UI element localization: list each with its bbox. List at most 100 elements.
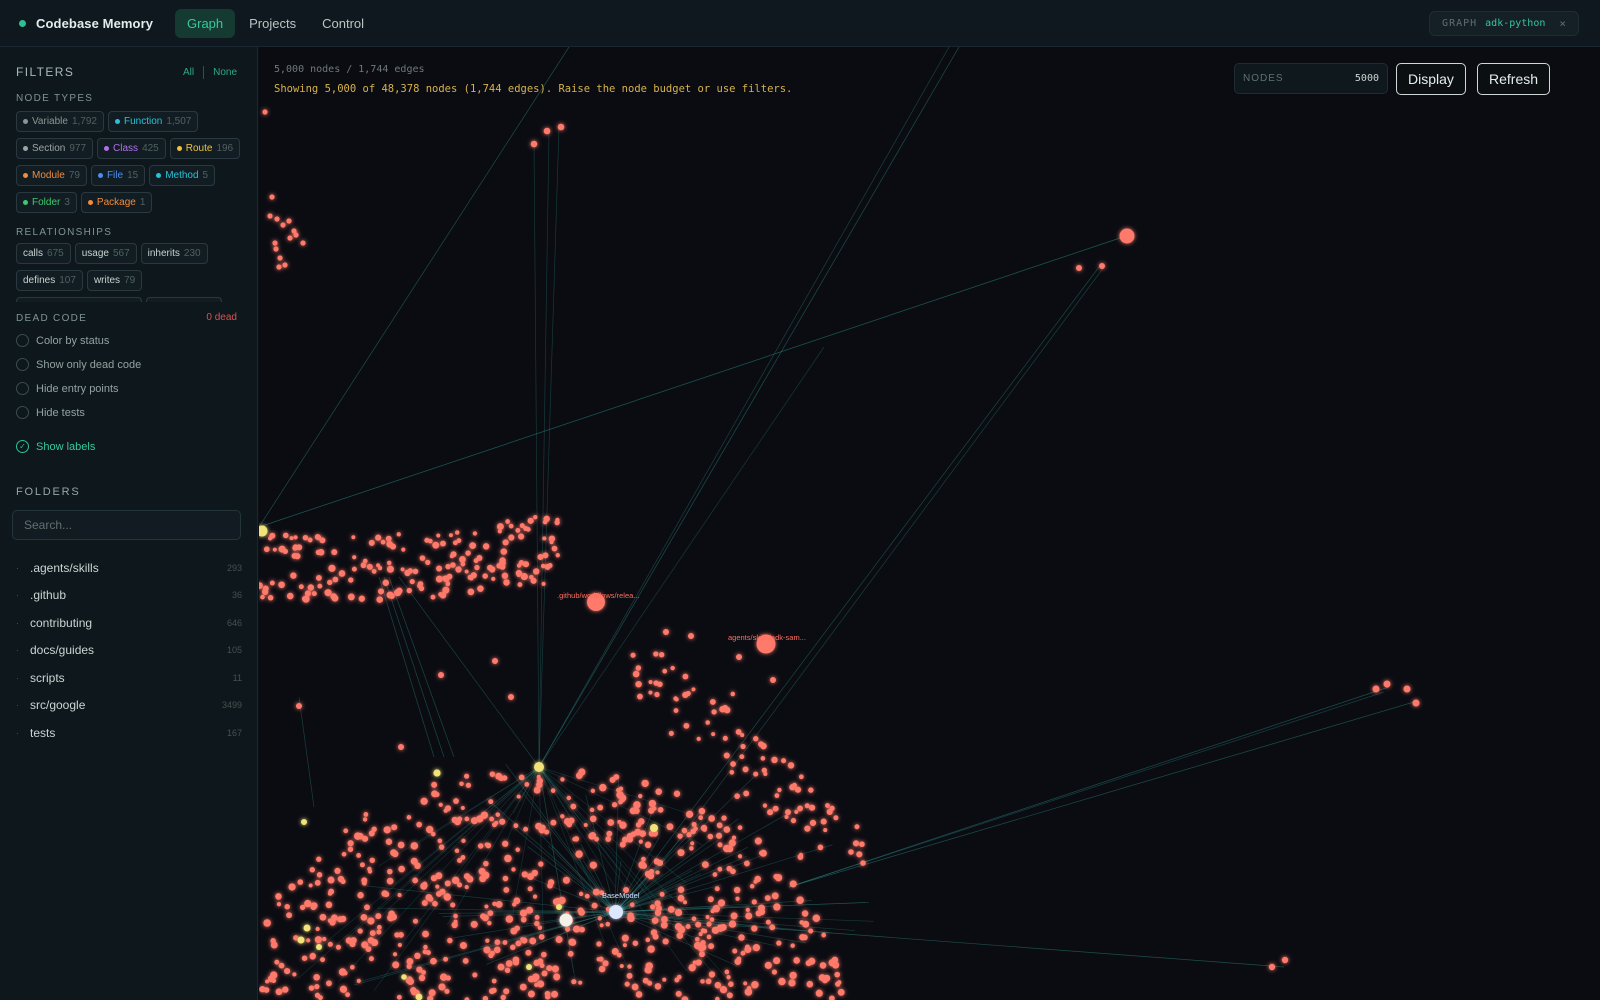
graph-node[interactable] xyxy=(722,735,728,741)
graph-node[interactable] xyxy=(635,991,643,998)
graph-node[interactable] xyxy=(442,575,447,581)
graph-node[interactable] xyxy=(275,893,282,900)
graph-node[interactable] xyxy=(560,814,565,819)
graph-node[interactable] xyxy=(356,853,362,858)
graph-node[interactable] xyxy=(508,694,514,700)
graph-node[interactable] xyxy=(517,582,523,588)
graph-node[interactable] xyxy=(541,581,546,586)
graph-node[interactable] xyxy=(544,994,551,1000)
graph-node[interactable] xyxy=(793,957,800,964)
graph-node[interactable] xyxy=(532,568,540,575)
graph-node[interactable] xyxy=(541,970,548,977)
graph-node[interactable] xyxy=(319,913,327,921)
graph-node[interactable] xyxy=(474,564,480,571)
graph-node[interactable] xyxy=(537,980,545,988)
graph-node[interactable] xyxy=(578,891,584,897)
graph-node[interactable] xyxy=(852,840,860,847)
graph-node[interactable] xyxy=(648,799,657,808)
graph-node[interactable] xyxy=(773,903,781,911)
graph-node[interactable] xyxy=(674,977,680,983)
graph-node[interactable] xyxy=(560,777,565,782)
graph-node[interactable] xyxy=(414,952,421,960)
graph-node[interactable] xyxy=(578,909,586,916)
graph-node[interactable] xyxy=(522,561,530,568)
graph-node[interactable] xyxy=(548,535,556,542)
graph-node[interactable] xyxy=(730,691,736,697)
node-type-chip-section[interactable]: Section 977 xyxy=(16,138,94,159)
folder-item[interactable]: · .agents/skills 293 xyxy=(0,554,258,582)
graph-node[interactable] xyxy=(430,831,436,837)
relationship-chip-usage[interactable]: usage 567 xyxy=(74,243,137,264)
graph-node[interactable] xyxy=(274,959,280,965)
graph-node[interactable] xyxy=(443,808,448,813)
node-type-chip-file[interactable]: File 15 xyxy=(90,165,146,186)
graph-node[interactable] xyxy=(651,917,659,925)
graph-node[interactable] xyxy=(508,534,515,541)
graph-node[interactable] xyxy=(607,819,615,826)
graph-node[interactable] xyxy=(650,904,656,910)
graph-node[interactable] xyxy=(304,590,311,597)
graph-node[interactable] xyxy=(740,743,746,750)
graph-node[interactable] xyxy=(778,977,786,986)
graph-node[interactable] xyxy=(436,533,441,538)
graph-node[interactable] xyxy=(709,698,716,705)
graph-node[interactable] xyxy=(270,971,278,979)
graph-node[interactable] xyxy=(806,980,814,988)
graph-node[interactable] xyxy=(496,523,504,531)
graph-node[interactable] xyxy=(495,900,503,908)
graph-node[interactable] xyxy=(616,952,622,958)
graph-node[interactable] xyxy=(440,540,446,547)
graph-node[interactable] xyxy=(808,804,816,811)
graph-node[interactable] xyxy=(681,827,688,834)
folder-item[interactable]: · .github 36 xyxy=(0,582,258,610)
graph-node[interactable] xyxy=(570,803,577,810)
graph-node[interactable] xyxy=(537,925,543,931)
graph-node[interactable] xyxy=(529,574,534,580)
graph-node[interactable] xyxy=(391,824,398,831)
graph-node[interactable] xyxy=(488,799,494,805)
graph-node[interactable] xyxy=(685,810,694,818)
graph-node[interactable] xyxy=(532,894,538,899)
graph-node[interactable] xyxy=(362,558,368,564)
graph-node[interactable] xyxy=(267,594,274,601)
display-button[interactable]: Display xyxy=(1396,63,1466,95)
graph-node[interactable] xyxy=(712,872,718,877)
graph-node[interactable] xyxy=(319,537,326,544)
graph-node[interactable] xyxy=(505,960,513,967)
graph-node[interactable] xyxy=(740,733,745,738)
graph-node[interactable] xyxy=(492,658,498,664)
graph-node[interactable] xyxy=(385,535,392,542)
graph-node[interactable] xyxy=(487,920,492,926)
graph-node[interactable] xyxy=(276,264,282,270)
graph-node[interactable] xyxy=(358,595,365,602)
graph-node[interactable] xyxy=(450,562,456,568)
folder-item[interactable]: · scripts 11 xyxy=(0,664,258,692)
graph-node[interactable] xyxy=(739,754,745,760)
graph-node[interactable] xyxy=(407,568,413,574)
graph-node[interactable] xyxy=(526,906,534,914)
graph-node[interactable] xyxy=(412,877,419,884)
graph-node[interactable] xyxy=(1119,228,1135,244)
graph-node[interactable] xyxy=(536,777,544,785)
graph-node[interactable] xyxy=(534,982,539,988)
graph-node[interactable] xyxy=(478,867,486,875)
graph-node[interactable] xyxy=(648,690,653,695)
graph-node[interactable] xyxy=(347,593,355,601)
graph-node[interactable] xyxy=(717,899,726,907)
graph-node[interactable] xyxy=(513,897,521,905)
graph-node[interactable] xyxy=(476,554,483,561)
graph-node[interactable] xyxy=(723,752,730,759)
graph-node[interactable] xyxy=(758,850,765,856)
graph-node[interactable] xyxy=(804,803,810,809)
graph-node[interactable] xyxy=(400,567,405,572)
graph-node[interactable] xyxy=(286,218,292,224)
graph-node[interactable] xyxy=(376,924,382,930)
graph-node[interactable] xyxy=(259,582,263,589)
graph-node[interactable] xyxy=(383,826,391,834)
graph-node[interactable] xyxy=(445,563,451,570)
graph-node[interactable] xyxy=(674,697,679,702)
graph-node[interactable] xyxy=(302,595,310,603)
graph-node[interactable] xyxy=(450,551,457,558)
graph-node[interactable] xyxy=(784,814,789,819)
graph-node[interactable] xyxy=(454,848,460,853)
